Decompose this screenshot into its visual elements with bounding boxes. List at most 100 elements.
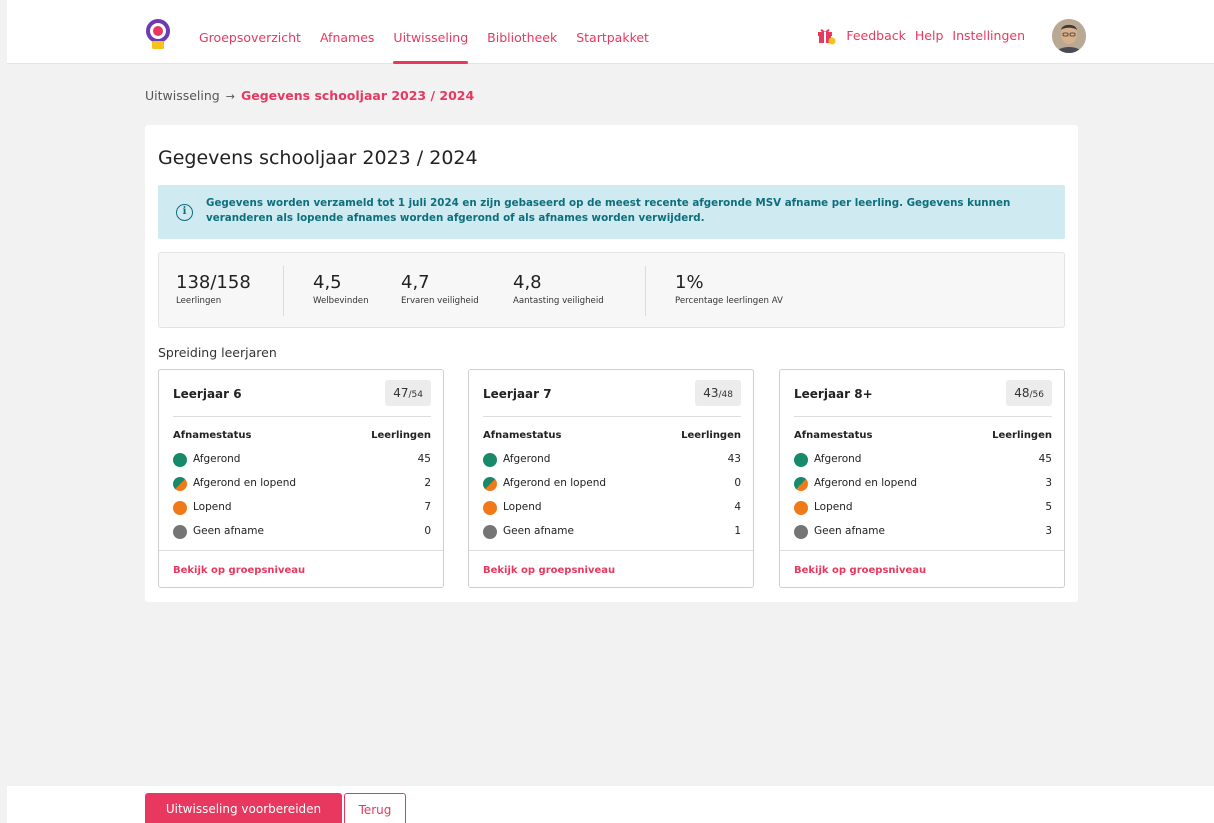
col-afnamestatus: Afnamestatus bbox=[483, 430, 562, 441]
nav-item-uitwisseling[interactable]: Uitwisseling bbox=[393, 0, 468, 64]
status-dot-afgerond-icon bbox=[794, 453, 808, 467]
stats-panel: 138/158 Leerlingen 4,5 Welbevinden 4,7 E… bbox=[158, 252, 1065, 328]
stat-label: Aantasting veiligheid bbox=[513, 296, 604, 306]
table-row: Afgerond 45 bbox=[794, 452, 1052, 468]
table-row: Afgerond en lopend 3 bbox=[794, 476, 1052, 492]
top-navigation-bar: Groepsoverzicht Afnames Uitwisseling Bib… bbox=[7, 0, 1214, 64]
info-icon: i bbox=[176, 204, 193, 221]
badge-done: 47 bbox=[393, 386, 409, 400]
leerjaar-title: Leerjaar 8+ bbox=[794, 387, 873, 401]
stat-percentage-av: 1% Percentage leerlingen AV bbox=[675, 272, 783, 306]
status-dot-lopend-icon bbox=[173, 501, 187, 515]
stat-ervaren-veiligheid: 4,7 Ervaren veiligheid bbox=[401, 272, 479, 306]
secondary-nav: Feedback Help Instellingen bbox=[816, 0, 1034, 64]
nav-item-bibliotheek[interactable]: Bibliotheek bbox=[487, 0, 557, 64]
status-dot-mixed-icon bbox=[483, 477, 497, 491]
row-label: Afgerond bbox=[503, 453, 551, 465]
bekijk-groepsniveau-link[interactable]: Bekijk op groepsniveau bbox=[483, 565, 615, 576]
row-label: Lopend bbox=[193, 501, 232, 513]
badge-done: 48 bbox=[1014, 386, 1030, 400]
count-badge: 47/54 bbox=[385, 380, 431, 406]
stat-aantasting-veiligheid: 4,8 Aantasting veiligheid bbox=[513, 272, 604, 306]
status-dot-geen-icon bbox=[794, 525, 808, 539]
table-header: Afnamestatus Leerlingen bbox=[483, 430, 741, 441]
row-label: Afgerond en lopend bbox=[503, 477, 607, 489]
col-leerlingen: Leerlingen bbox=[992, 430, 1052, 441]
row-value: 5 bbox=[1045, 501, 1052, 513]
leerjaar-title: Leerjaar 6 bbox=[173, 387, 242, 401]
divider bbox=[469, 550, 753, 551]
status-dot-afgerond-icon bbox=[173, 453, 187, 467]
leerjaar-card-7: Leerjaar 7 43/48 Afnamestatus Leerlingen… bbox=[468, 369, 754, 588]
badge-total: /56 bbox=[1029, 390, 1044, 400]
divider bbox=[483, 416, 741, 417]
row-label: Lopend bbox=[814, 501, 853, 513]
nav-item-startpakket[interactable]: Startpakket bbox=[576, 0, 649, 64]
gift-icon[interactable] bbox=[816, 25, 836, 45]
nav-item-feedback[interactable]: Feedback bbox=[846, 28, 906, 43]
table-row: Afgerond en lopend 2 bbox=[173, 476, 431, 492]
row-label: Lopend bbox=[503, 501, 542, 513]
divider bbox=[173, 416, 431, 417]
status-dot-lopend-icon bbox=[794, 501, 808, 515]
footer-bar: Uitwisseling voorbereiden Terug bbox=[7, 786, 1214, 823]
row-label: Afgerond en lopend bbox=[193, 477, 297, 489]
badge-total: /54 bbox=[408, 390, 423, 400]
row-value: 0 bbox=[734, 477, 741, 489]
app-logo-icon[interactable] bbox=[144, 18, 172, 50]
uitwisseling-voorbereiden-button[interactable]: Uitwisseling voorbereiden bbox=[145, 793, 342, 823]
schooljaar-card: Gegevens schooljaar 2023 / 2024 i Gegeve… bbox=[145, 125, 1078, 602]
row-value: 4 bbox=[734, 501, 741, 513]
stat-value: 4,5 bbox=[313, 272, 342, 293]
table-header: Afnamestatus Leerlingen bbox=[794, 430, 1052, 441]
section-title: Spreiding leerjaren bbox=[158, 345, 277, 360]
divider bbox=[794, 416, 1052, 417]
nav-item-instellingen[interactable]: Instellingen bbox=[952, 28, 1025, 43]
table-row: Lopend 7 bbox=[173, 500, 431, 516]
terug-button[interactable]: Terug bbox=[344, 793, 406, 823]
stat-label: Ervaren veiligheid bbox=[401, 296, 479, 306]
user-avatar[interactable] bbox=[1052, 19, 1086, 53]
divider bbox=[645, 266, 646, 316]
breadcrumb-parent[interactable]: Uitwisseling bbox=[145, 88, 220, 103]
status-dot-geen-icon bbox=[173, 525, 187, 539]
row-label: Afgerond bbox=[193, 453, 241, 465]
row-label: Geen afname bbox=[193, 525, 264, 537]
leerjaar-title: Leerjaar 7 bbox=[483, 387, 552, 401]
user-portrait-icon bbox=[1052, 19, 1086, 53]
stat-value: 4,8 bbox=[513, 272, 542, 293]
nav-item-groepsoverzicht[interactable]: Groepsoverzicht bbox=[199, 0, 301, 64]
breadcrumb-arrow-icon: → bbox=[225, 90, 235, 103]
row-value: 3 bbox=[1045, 477, 1052, 489]
table-header: Afnamestatus Leerlingen bbox=[173, 430, 431, 441]
nav-item-afnames[interactable]: Afnames bbox=[320, 0, 374, 64]
leerjaar-card-8: Leerjaar 8+ 48/56 Afnamestatus Leerlinge… bbox=[779, 369, 1065, 588]
badge-done: 43 bbox=[703, 386, 719, 400]
row-value: 3 bbox=[1045, 525, 1052, 537]
table-row: Lopend 4 bbox=[483, 500, 741, 516]
page-title: Gegevens schooljaar 2023 / 2024 bbox=[158, 147, 478, 169]
row-label: Geen afname bbox=[503, 525, 574, 537]
row-label: Afgerond bbox=[814, 453, 862, 465]
stat-label: Welbevinden bbox=[313, 296, 369, 306]
bekijk-groepsniveau-link[interactable]: Bekijk op groepsniveau bbox=[794, 565, 926, 576]
row-value: 0 bbox=[424, 525, 431, 537]
stat-leerlingen: 138/158 Leerlingen bbox=[176, 272, 251, 306]
status-dot-afgerond-icon bbox=[483, 453, 497, 467]
stat-value: 4,7 bbox=[401, 272, 430, 293]
badge-total: /48 bbox=[718, 390, 733, 400]
bekijk-groepsniveau-link[interactable]: Bekijk op groepsniveau bbox=[173, 565, 305, 576]
breadcrumb-current: Gegevens schooljaar 2023 / 2024 bbox=[240, 88, 475, 103]
col-afnamestatus: Afnamestatus bbox=[794, 430, 873, 441]
table-row: Geen afname 1 bbox=[483, 524, 741, 540]
row-value: 2 bbox=[424, 477, 431, 489]
nav-item-help[interactable]: Help bbox=[915, 28, 944, 43]
status-dot-geen-icon bbox=[483, 525, 497, 539]
col-leerlingen: Leerlingen bbox=[681, 430, 741, 441]
divider bbox=[159, 550, 443, 551]
divider bbox=[283, 266, 284, 316]
row-label: Geen afname bbox=[814, 525, 885, 537]
table-row: Afgerond 43 bbox=[483, 452, 741, 468]
info-text: Gegevens worden verzameld tot 1 juli 202… bbox=[206, 197, 1011, 224]
row-label: Afgerond en lopend bbox=[814, 477, 918, 489]
